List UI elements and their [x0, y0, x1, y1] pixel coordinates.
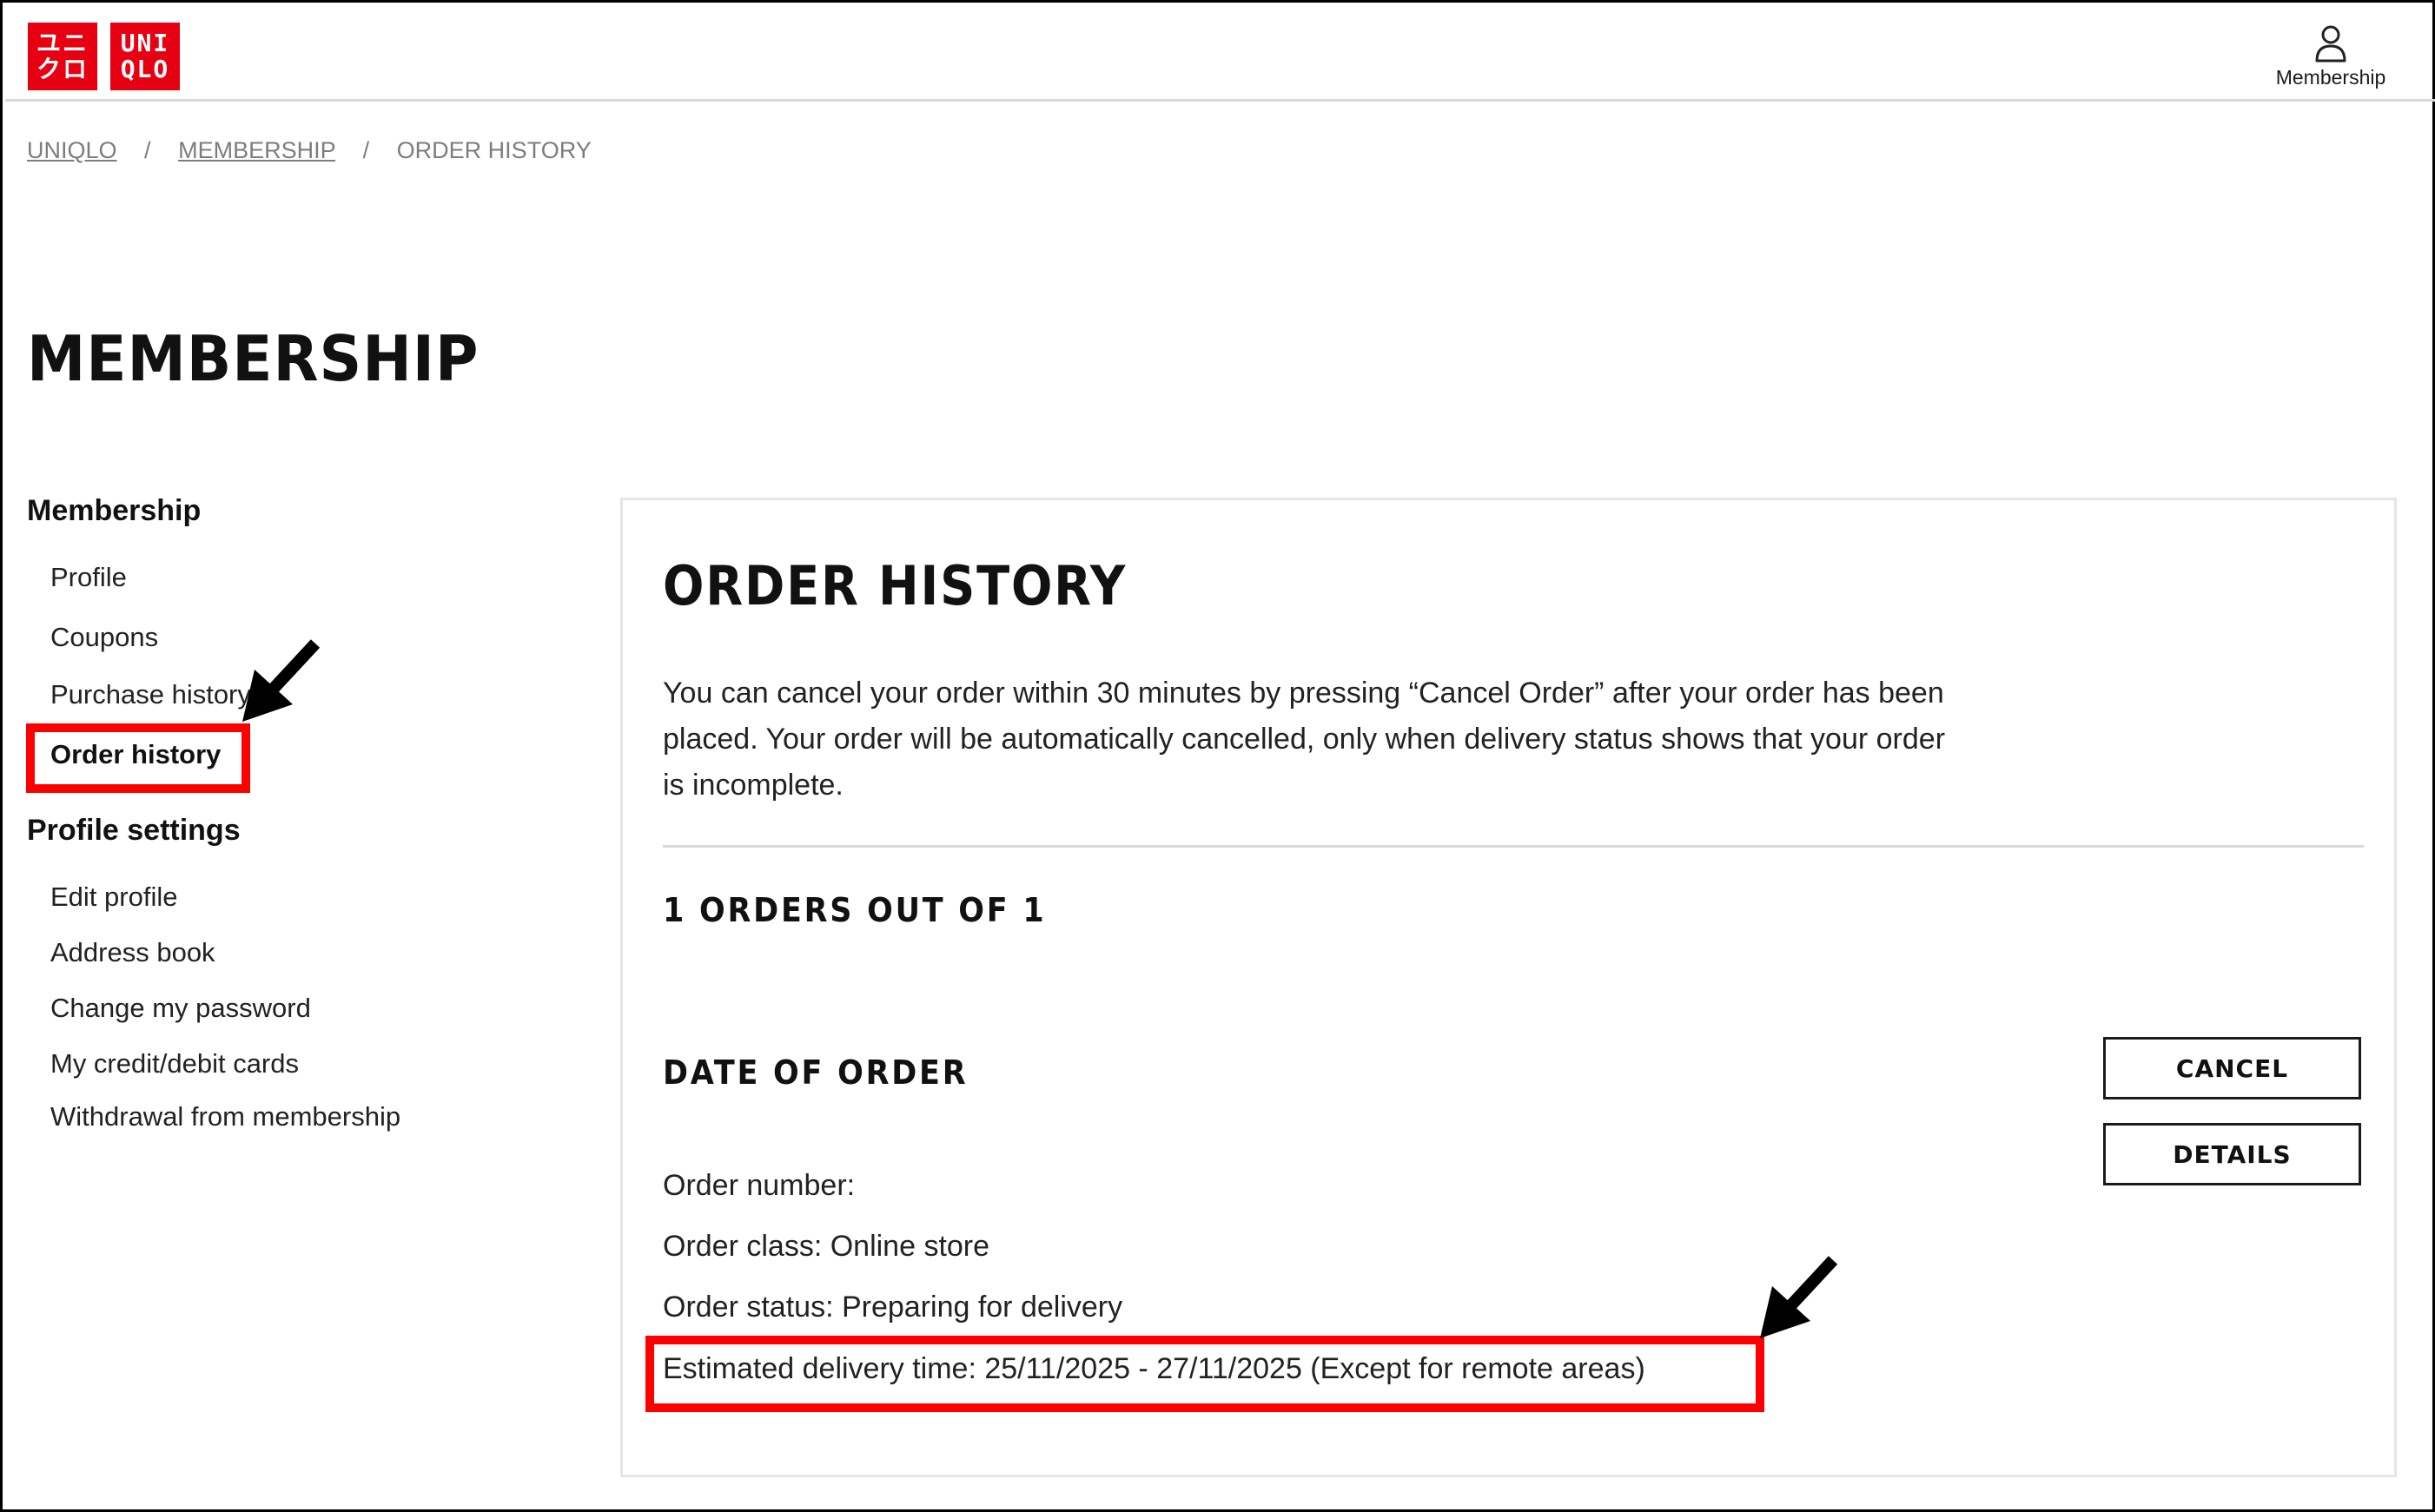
membership-account-link[interactable]: Membership	[2261, 24, 2400, 89]
logo-en-line2: QLO	[120, 55, 170, 83]
cancel-button[interactable]: CANCEL	[2103, 1037, 2361, 1099]
logo-en-line1: UNI	[120, 29, 170, 57]
person-icon	[2261, 24, 2400, 63]
uniqlo-logo-latin[interactable]: UNI QLO	[110, 23, 180, 90]
sidebar-item-profile[interactable]: Profile	[50, 562, 127, 593]
orders-count: 1 ORDERS OUT OF 1	[663, 891, 1047, 929]
page-title: MEMBERSHIP	[27, 322, 480, 395]
annotation-arrow-icon	[242, 639, 321, 722]
annotation-highlight-estimated-delivery	[645, 1336, 1764, 1412]
sidebar-item-credit-cards[interactable]: My credit/debit cards	[50, 1048, 299, 1080]
order-class: Order class: Online store	[663, 1230, 990, 1263]
order-status: Order status: Preparing for delivery	[663, 1291, 1123, 1324]
order-history-panel: ORDER HISTORY You can cancel your order …	[620, 498, 2397, 1477]
sidebar-heading-membership: Membership	[27, 494, 202, 527]
logo-jp-line1: ユニ	[36, 29, 89, 57]
order-history-title: ORDER HISTORY	[663, 554, 1128, 617]
date-of-order-heading: DATE OF ORDER	[663, 1053, 969, 1092]
sidebar-item-edit-profile[interactable]: Edit profile	[50, 881, 177, 913]
sidebar-item-address-book[interactable]: Address book	[50, 937, 215, 968]
sidebar-item-withdrawal[interactable]: Withdrawal from membership	[50, 1101, 400, 1132]
sidebar-item-change-password[interactable]: Change my password	[50, 993, 311, 1024]
logo-jp-line2: クロ	[36, 55, 89, 83]
breadcrumb: UNIQLO / MEMBERSHIP / ORDER HISTORY	[27, 137, 592, 164]
annotation-arrow-icon	[1760, 1256, 1838, 1338]
uniqlo-logo-katakana[interactable]: ユニ クロ	[28, 23, 97, 90]
breadcrumb-uniqlo[interactable]: UNIQLO	[27, 137, 117, 163]
divider	[663, 845, 2364, 848]
breadcrumb-membership[interactable]: MEMBERSHIP	[178, 137, 335, 163]
sidebar-heading-profile-settings: Profile settings	[27, 814, 241, 847]
cancel-policy-text: You can cancel your order within 30 minu…	[663, 677, 1946, 802]
breadcrumb-separator: /	[362, 137, 370, 163]
breadcrumb-separator: /	[144, 137, 151, 163]
page-frame: ユニ クロ UNI QLO Membership UNIQLO / MEMBER…	[0, 0, 2435, 1512]
order-number: Order number:	[663, 1169, 856, 1202]
account-label: Membership	[2275, 66, 2386, 89]
details-button[interactable]: DETAILS	[2103, 1123, 2361, 1185]
annotation-highlight-order-history	[26, 723, 250, 793]
sidebar-item-coupons[interactable]: Coupons	[50, 622, 158, 653]
sidebar-item-purchase-history[interactable]: Purchase history	[50, 679, 251, 710]
breadcrumb-current: ORDER HISTORY	[396, 137, 592, 163]
site-header: ユニ クロ UNI QLO Membership	[5, 5, 2435, 102]
